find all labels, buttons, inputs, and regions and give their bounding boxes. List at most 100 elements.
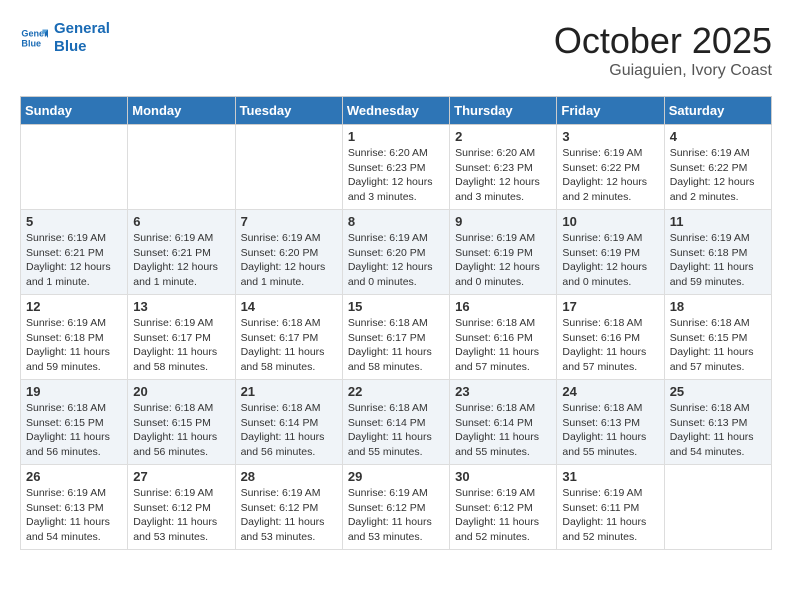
calendar-body: 1 Sunrise: 6:20 AM Sunset: 6:23 PM Daylig… — [21, 125, 772, 550]
calendar-cell: 31Sunrise: 6:19 AM Sunset: 6:11 PM Dayli… — [557, 465, 664, 550]
calendar-cell: 25 Sunrise: 6:18 AM Sunset: 6:13 PM Dayli… — [664, 380, 771, 465]
day-number: 8 — [348, 214, 444, 229]
calendar-cell: 2 Sunrise: 6:20 AM Sunset: 6:23 PM Daylig… — [450, 125, 557, 210]
header-thursday: Thursday — [450, 97, 557, 125]
calendar-cell — [235, 125, 342, 210]
calendar-cell: 4 Sunrise: 6:19 AM Sunset: 6:22 PM Daylig… — [664, 125, 771, 210]
calendar-cell — [128, 125, 235, 210]
day-number: 13 — [133, 299, 229, 314]
day-number: 20 — [133, 384, 229, 399]
calendar-cell: 7Sunrise: 6:19 AM Sunset: 6:20 PM Daylig… — [235, 210, 342, 295]
calendar-cell: 23 Sunrise: 6:18 AM Sunset: 6:14 PM Dayli… — [450, 380, 557, 465]
day-number: 11 — [670, 214, 766, 229]
logo-icon: General Blue — [20, 24, 48, 52]
week-row-4: 26Sunrise: 6:19 AM Sunset: 6:13 PM Dayli… — [21, 465, 772, 550]
cell-content: Sunrise: 6:19 AM Sunset: 6:18 PM Dayligh… — [670, 231, 766, 290]
header-saturday: Saturday — [664, 97, 771, 125]
day-number: 27 — [133, 469, 229, 484]
calendar-cell: 10 Sunrise: 6:19 AM Sunset: 6:19 PM Dayli… — [557, 210, 664, 295]
title-block: October 2025 Guiaguien, Ivory Coast — [554, 20, 772, 80]
cell-content: Sunrise: 6:19 AM Sunset: 6:20 PM Dayligh… — [241, 231, 337, 290]
day-number: 19 — [26, 384, 122, 399]
day-number: 17 — [562, 299, 658, 314]
cell-content: Sunrise: 6:19 AM Sunset: 6:17 PM Dayligh… — [133, 316, 229, 375]
day-number: 21 — [241, 384, 337, 399]
calendar-cell: 14 Sunrise: 6:18 AM Sunset: 6:17 PM Dayli… — [235, 295, 342, 380]
day-number: 10 — [562, 214, 658, 229]
logo-line1: General — [54, 20, 110, 38]
calendar-cell: 19 Sunrise: 6:18 AM Sunset: 6:15 PM Dayli… — [21, 380, 128, 465]
cell-content: Sunrise: 6:18 AM Sunset: 6:15 PM Dayligh… — [670, 316, 766, 375]
cell-content: Sunrise: 6:19 AM Sunset: 6:12 PM Dayligh… — [133, 486, 229, 545]
cell-content: Sunrise: 6:18 AM Sunset: 6:16 PM Dayligh… — [562, 316, 658, 375]
cell-content: Sunrise: 6:18 AM Sunset: 6:15 PM Dayligh… — [133, 401, 229, 460]
cell-content: Sunrise: 6:18 AM Sunset: 6:16 PM Dayligh… — [455, 316, 551, 375]
calendar-cell — [664, 465, 771, 550]
day-number: 26 — [26, 469, 122, 484]
day-number: 14 — [241, 299, 337, 314]
day-number: 12 — [26, 299, 122, 314]
page-header: General Blue General Blue October 2025 G… — [20, 20, 772, 80]
calendar-header: SundayMondayTuesdayWednesdayThursdayFrid… — [21, 97, 772, 125]
calendar-cell: 27 Sunrise: 6:19 AM Sunset: 6:12 PM Dayli… — [128, 465, 235, 550]
cell-content: Sunrise: 6:19 AM Sunset: 6:19 PM Dayligh… — [562, 231, 658, 290]
calendar-cell: 17 Sunrise: 6:18 AM Sunset: 6:16 PM Dayli… — [557, 295, 664, 380]
day-number: 23 — [455, 384, 551, 399]
calendar-cell: 18 Sunrise: 6:18 AM Sunset: 6:15 PM Dayli… — [664, 295, 771, 380]
day-number: 25 — [670, 384, 766, 399]
calendar-cell: 15 Sunrise: 6:18 AM Sunset: 6:17 PM Dayli… — [342, 295, 449, 380]
calendar-cell: 28 Sunrise: 6:19 AM Sunset: 6:12 PM Dayli… — [235, 465, 342, 550]
calendar-cell: 8 Sunrise: 6:19 AM Sunset: 6:20 PM Daylig… — [342, 210, 449, 295]
cell-content: Sunrise: 6:19 AM Sunset: 6:22 PM Dayligh… — [670, 146, 766, 205]
calendar-cell: 1 Sunrise: 6:20 AM Sunset: 6:23 PM Daylig… — [342, 125, 449, 210]
cell-content: Sunrise: 6:18 AM Sunset: 6:17 PM Dayligh… — [241, 316, 337, 375]
cell-content: Sunrise: 6:19 AM Sunset: 6:21 PM Dayligh… — [26, 231, 122, 290]
cell-content: Sunrise: 6:18 AM Sunset: 6:13 PM Dayligh… — [670, 401, 766, 460]
calendar-cell: 13 Sunrise: 6:19 AM Sunset: 6:17 PM Dayli… — [128, 295, 235, 380]
cell-content: Sunrise: 6:20 AM Sunset: 6:23 PM Dayligh… — [455, 146, 551, 205]
calendar-cell: 26Sunrise: 6:19 AM Sunset: 6:13 PM Dayli… — [21, 465, 128, 550]
header-sunday: Sunday — [21, 97, 128, 125]
cell-content: Sunrise: 6:19 AM Sunset: 6:12 PM Dayligh… — [241, 486, 337, 545]
day-number: 3 — [562, 129, 658, 144]
day-number: 15 — [348, 299, 444, 314]
calendar-cell: 30 Sunrise: 6:19 AM Sunset: 6:12 PM Dayli… — [450, 465, 557, 550]
page-subtitle: Guiaguien, Ivory Coast — [554, 62, 772, 80]
day-number: 18 — [670, 299, 766, 314]
day-number: 28 — [241, 469, 337, 484]
calendar-table: SundayMondayTuesdayWednesdayThursdayFrid… — [20, 96, 772, 550]
header-monday: Monday — [128, 97, 235, 125]
calendar-cell: 9Sunrise: 6:19 AM Sunset: 6:19 PM Daylig… — [450, 210, 557, 295]
logo-line2: Blue — [54, 38, 110, 56]
calendar-cell: 5 Sunrise: 6:19 AM Sunset: 6:21 PM Daylig… — [21, 210, 128, 295]
page-title: October 2025 — [554, 20, 772, 62]
week-row-0: 1 Sunrise: 6:20 AM Sunset: 6:23 PM Daylig… — [21, 125, 772, 210]
cell-content: Sunrise: 6:19 AM Sunset: 6:12 PM Dayligh… — [455, 486, 551, 545]
cell-content: Sunrise: 6:18 AM Sunset: 6:14 PM Dayligh… — [455, 401, 551, 460]
day-number: 4 — [670, 129, 766, 144]
calendar-cell: 16 Sunrise: 6:18 AM Sunset: 6:16 PM Dayli… — [450, 295, 557, 380]
cell-content: Sunrise: 6:19 AM Sunset: 6:12 PM Dayligh… — [348, 486, 444, 545]
header-friday: Friday — [557, 97, 664, 125]
day-number: 29 — [348, 469, 444, 484]
calendar-cell — [21, 125, 128, 210]
day-number: 9 — [455, 214, 551, 229]
day-number: 22 — [348, 384, 444, 399]
calendar-cell: 29 Sunrise: 6:19 AM Sunset: 6:12 PM Dayli… — [342, 465, 449, 550]
day-number: 5 — [26, 214, 122, 229]
week-row-2: 12Sunrise: 6:19 AM Sunset: 6:18 PM Dayli… — [21, 295, 772, 380]
day-number: 2 — [455, 129, 551, 144]
cell-content: Sunrise: 6:20 AM Sunset: 6:23 PM Dayligh… — [348, 146, 444, 205]
cell-content: Sunrise: 6:19 AM Sunset: 6:20 PM Dayligh… — [348, 231, 444, 290]
week-row-1: 5 Sunrise: 6:19 AM Sunset: 6:21 PM Daylig… — [21, 210, 772, 295]
cell-content: Sunrise: 6:18 AM Sunset: 6:15 PM Dayligh… — [26, 401, 122, 460]
day-number: 30 — [455, 469, 551, 484]
cell-content: Sunrise: 6:18 AM Sunset: 6:13 PM Dayligh… — [562, 401, 658, 460]
day-number: 6 — [133, 214, 229, 229]
logo: General Blue General Blue — [20, 20, 110, 56]
day-number: 31 — [562, 469, 658, 484]
day-number: 16 — [455, 299, 551, 314]
day-number: 1 — [348, 129, 444, 144]
header-wednesday: Wednesday — [342, 97, 449, 125]
cell-content: Sunrise: 6:18 AM Sunset: 6:17 PM Dayligh… — [348, 316, 444, 375]
